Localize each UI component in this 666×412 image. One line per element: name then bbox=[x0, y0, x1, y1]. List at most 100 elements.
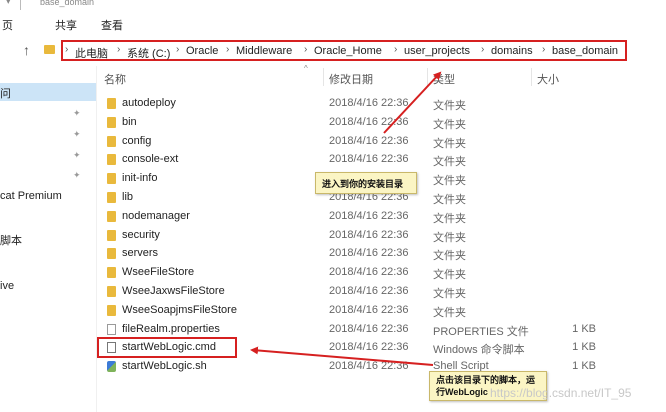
up-arrow-icon[interactable]: ↑ bbox=[23, 42, 30, 58]
quick-access-chevron-icon[interactable]: ▾ bbox=[6, 0, 11, 7]
file-row[interactable]: servers 2018/4/16 22:36 文件夹 bbox=[97, 244, 666, 263]
folder-icon bbox=[107, 229, 116, 241]
file-name: lib bbox=[122, 191, 134, 203]
tab-share[interactable]: 共享 bbox=[55, 17, 77, 33]
file-name: WseeJaxwsFileStore bbox=[122, 285, 225, 297]
file-row[interactable]: WseeJaxwsFileStore 2018/4/16 22:36 文件夹 bbox=[97, 282, 666, 301]
file-type: 文件夹 bbox=[433, 306, 466, 319]
pin-icon[interactable]: ✦ bbox=[73, 108, 81, 119]
file-row[interactable]: WseeFileStore 2018/4/16 22:36 文件夹 bbox=[97, 263, 666, 282]
file-row[interactable]: bin 2018/4/16 22:36 文件夹 bbox=[97, 113, 666, 132]
file-size: 1 KB bbox=[572, 322, 596, 335]
shell-script-icon bbox=[107, 361, 116, 373]
breadcrumb-domains[interactable]: domains bbox=[491, 45, 533, 57]
sort-ascending-icon: ^ bbox=[304, 64, 308, 73]
file-name: startWebLogic.sh bbox=[122, 360, 207, 373]
file-name: config bbox=[122, 134, 152, 147]
breadcrumb-user-projects[interactable]: user_projects bbox=[404, 45, 470, 57]
folder-icon bbox=[107, 135, 116, 147]
file-type: 文件夹 bbox=[433, 288, 466, 300]
chevron-right-icon: › bbox=[226, 44, 230, 55]
file-date-modified: 2018/4/16 22:36 bbox=[329, 209, 409, 222]
file-name: security bbox=[122, 228, 160, 241]
folder-icon bbox=[107, 192, 116, 203]
file-row[interactable]: nodemanager 2018/4/16 22:36 文件夹 bbox=[97, 207, 666, 226]
file-type: Windows 命令脚本 bbox=[433, 344, 525, 357]
column-date-modified[interactable]: 修改日期 bbox=[329, 71, 373, 87]
file-date-modified: 2018/4/16 22:36 bbox=[329, 247, 409, 260]
highlight-box-startweblogic-cmd bbox=[97, 337, 237, 358]
file-size: 1 KB bbox=[572, 360, 596, 373]
file-row[interactable]: startWebLogic.sh 2018/4/16 22:36 Shell Scr… bbox=[97, 357, 666, 376]
window-title: base_domain bbox=[40, 0, 95, 7]
file-date-modified: 2018/4/16 22:36 bbox=[329, 153, 409, 166]
file-icon bbox=[107, 323, 116, 335]
column-size[interactable]: 大小 bbox=[537, 71, 559, 87]
chevron-right-icon: › bbox=[117, 44, 121, 55]
breadcrumb-oracle-home[interactable]: Oracle_Home bbox=[314, 45, 382, 57]
file-row[interactable]: console-ext 2018/4/16 22:36 文件夹 bbox=[97, 150, 666, 169]
breadcrumb-this-pc[interactable]: 此电脑 bbox=[75, 45, 108, 61]
folder-icon bbox=[107, 154, 116, 166]
file-name: WseeFileStore bbox=[122, 266, 195, 279]
file-name: console-ext bbox=[122, 153, 179, 166]
column-divider[interactable] bbox=[323, 68, 324, 86]
breadcrumb-drive-c[interactable]: 系统 (C:) bbox=[127, 45, 170, 61]
file-type: 文件夹 bbox=[433, 269, 466, 282]
nav-item-navicat[interactable]: cat Premium bbox=[0, 190, 62, 202]
breadcrumb-base-domain[interactable]: base_domain bbox=[552, 45, 618, 57]
pin-icon[interactable]: ✦ bbox=[73, 170, 81, 181]
breadcrumb-middleware[interactable]: Middleware bbox=[236, 45, 292, 57]
folder-icon bbox=[107, 98, 116, 109]
folder-icon bbox=[107, 267, 116, 279]
column-divider[interactable] bbox=[427, 68, 428, 86]
column-header-row: ^ 名称 修改日期 类型 大小 bbox=[97, 64, 666, 88]
chevron-right-icon: › bbox=[481, 44, 485, 55]
file-name: autodeploy bbox=[122, 97, 176, 109]
title-separator bbox=[20, 0, 21, 10]
folder-icon bbox=[107, 286, 116, 297]
file-date-modified: 2018/4/16 22:36 bbox=[329, 341, 409, 354]
nav-item-onedrive[interactable]: ive bbox=[0, 280, 14, 292]
folder-icon bbox=[44, 45, 55, 54]
file-type: 文件夹 bbox=[433, 231, 466, 244]
chevron-right-icon: › bbox=[542, 44, 546, 55]
chevron-right-icon: › bbox=[65, 44, 69, 55]
folder-icon bbox=[107, 248, 116, 260]
nav-item-quick-access[interactable]: 问 bbox=[0, 85, 11, 101]
file-row[interactable]: config 2018/4/16 22:36 文件夹 bbox=[97, 132, 666, 151]
file-type: 文件夹 bbox=[433, 175, 466, 188]
file-date-modified: 2018/4/16 22:36 bbox=[329, 360, 409, 373]
pin-icon[interactable]: ✦ bbox=[73, 150, 81, 161]
breadcrumb-oracle[interactable]: Oracle bbox=[186, 45, 218, 57]
folder-icon bbox=[107, 210, 116, 222]
file-row[interactable]: security 2018/4/16 22:36 文件夹 bbox=[97, 226, 666, 245]
address-bar[interactable]: › 此电脑 › 系统 (C:) › Oracle › Middleware › … bbox=[61, 40, 627, 61]
column-name[interactable]: 名称 bbox=[104, 71, 126, 87]
file-name: WseeSoapjmsFileStore bbox=[122, 303, 237, 316]
folder-icon bbox=[107, 173, 116, 185]
tab-home[interactable]: 页 bbox=[2, 17, 13, 33]
file-name: fileRealm.properties bbox=[122, 322, 220, 335]
file-row[interactable]: autodeploy 2018/4/16 22:36 文件夹 bbox=[97, 94, 666, 113]
file-name: nodemanager bbox=[122, 209, 190, 222]
file-date-modified: 2018/4/16 22:36 bbox=[329, 228, 409, 241]
file-date-modified: 2018/4/16 22:36 bbox=[329, 303, 409, 316]
file-type: PROPERTIES 文件 bbox=[433, 325, 529, 338]
file-type: 文件夹 bbox=[433, 137, 466, 150]
pin-icon[interactable]: ✦ bbox=[73, 129, 81, 140]
column-divider[interactable] bbox=[531, 68, 532, 86]
tab-view[interactable]: 查看 bbox=[101, 17, 123, 33]
file-name: init-info bbox=[122, 172, 158, 185]
file-date-modified: 2018/4/16 22:36 bbox=[329, 115, 409, 128]
file-row[interactable]: fileRealm.properties 2018/4/16 22:36 PROPE… bbox=[97, 320, 666, 339]
file-row[interactable]: WseeSoapjmsFileStore 2018/4/16 22:36 文件夹 bbox=[97, 301, 666, 320]
navigation-pane: 问 ✦ ✦ ✦ ✦ cat Premium 脚本 ive bbox=[0, 66, 97, 412]
chevron-right-icon: › bbox=[304, 44, 308, 55]
file-type: 文件夹 bbox=[433, 212, 466, 225]
column-type[interactable]: 类型 bbox=[433, 71, 455, 87]
chevron-right-icon: › bbox=[394, 44, 398, 55]
file-name: servers bbox=[122, 247, 159, 260]
ribbon: 页 共享 查看 bbox=[0, 12, 666, 35]
nav-item-scripts[interactable]: 脚本 bbox=[0, 232, 22, 248]
